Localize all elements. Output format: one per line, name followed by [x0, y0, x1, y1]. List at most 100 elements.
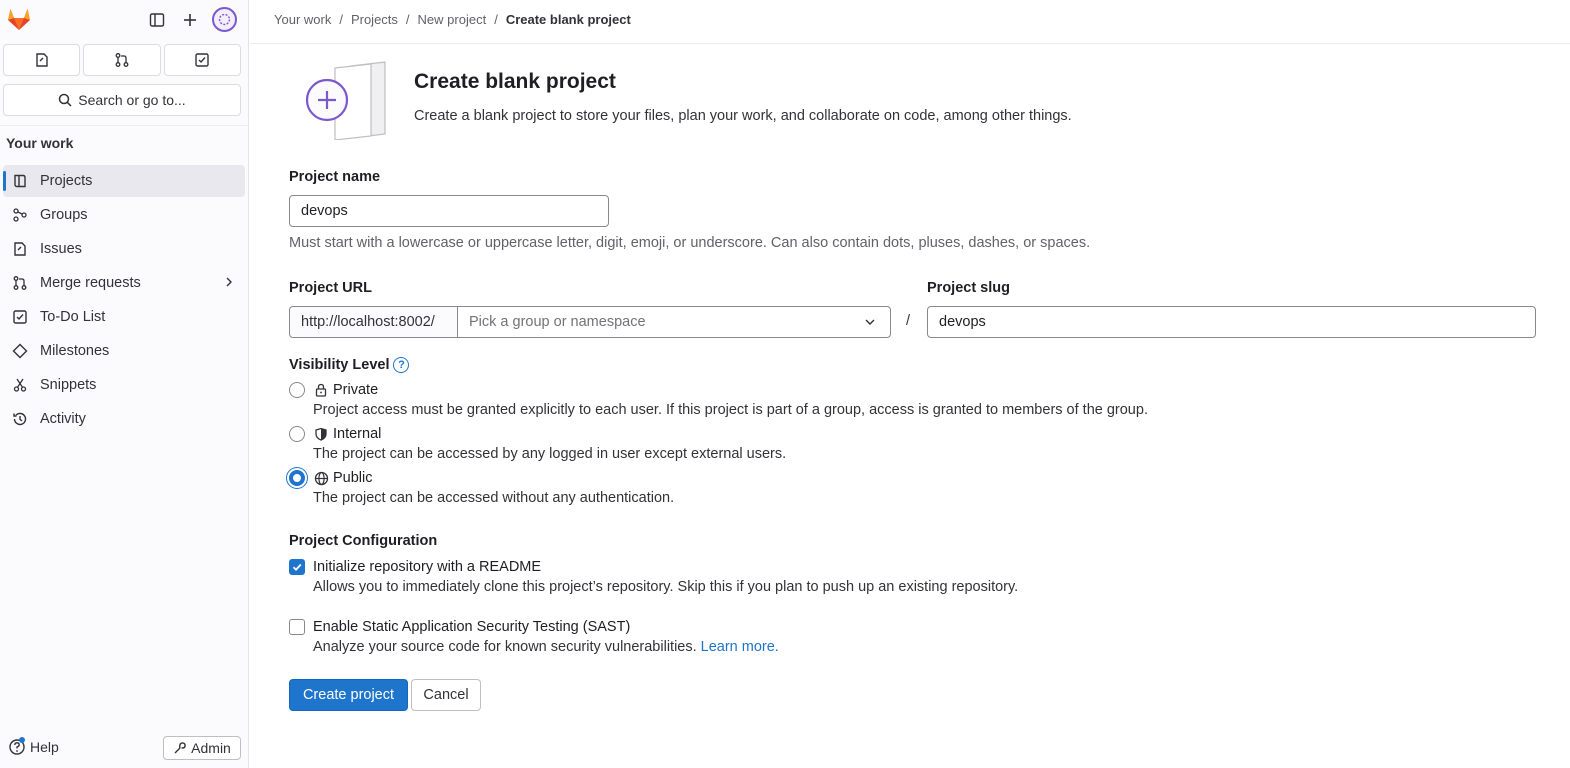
admin-button[interactable]: Admin	[163, 736, 241, 760]
sidebar-item-label: To-Do List	[40, 309, 106, 325]
avatar[interactable]	[212, 7, 237, 32]
radio-internal[interactable]	[289, 426, 305, 442]
visibility-option-internal[interactable]: Internal	[289, 426, 381, 442]
top-bar: Your work / Projects / New project / Cre…	[250, 0, 1570, 44]
project-name-help: Must start with a lowercase or uppercase…	[289, 235, 1091, 251]
issues-icon	[35, 53, 48, 67]
sast-description-row: Analyze your source code for known secur…	[313, 639, 779, 655]
merge-requests-shortcut-button[interactable]	[83, 44, 161, 76]
sast-label: Enable Static Application Security Testi…	[313, 619, 631, 635]
help-label: Help	[30, 739, 59, 755]
visibility-option-public[interactable]: Public	[289, 470, 373, 486]
todo-icon	[195, 53, 210, 67]
sast-checkbox[interactable]	[289, 619, 305, 635]
help-button[interactable]: Help	[8, 737, 59, 756]
visibility-option-label: Internal	[333, 426, 382, 442]
readme-checkbox[interactable]	[289, 559, 305, 575]
sidebar-item-label: Merge requests	[40, 275, 141, 291]
project-icon	[11, 172, 29, 190]
plus-icon[interactable]	[178, 8, 202, 32]
project-slug-label: Project slug	[927, 280, 1010, 296]
sidebar-item-label: Issues	[40, 241, 82, 257]
breadcrumb-your-work[interactable]: Your work	[274, 12, 331, 27]
page-title: Create blank project	[414, 70, 616, 93]
search-label: Search or go to...	[78, 92, 186, 108]
todo-shortcut-button[interactable]	[163, 44, 241, 76]
breadcrumb-separator: /	[339, 12, 343, 27]
sidebar: Search or go to... Your work Projects Gr…	[0, 0, 249, 768]
sidebar-item-label: Groups	[40, 207, 88, 223]
namespace-select[interactable]: Pick a group or namespace	[457, 306, 891, 338]
chevron-down-icon	[864, 316, 876, 332]
sidebar-toggle-icon[interactable]	[145, 8, 169, 32]
visibility-label: Visibility Level ?	[289, 357, 410, 373]
sidebar-item-label: Milestones	[40, 343, 110, 359]
todo-icon	[11, 308, 29, 326]
readme-description: Allows you to immediately clone this pro…	[313, 579, 1019, 595]
visibility-option-label: Private	[333, 382, 379, 398]
blank-project-illustration-icon	[305, 60, 387, 141]
sidebar-item-snippets[interactable]: Snippets	[3, 369, 245, 401]
sidebar-item-todo-list[interactable]: To-Do List	[3, 301, 245, 333]
milestone-icon	[11, 342, 29, 360]
cancel-button[interactable]: Cancel	[411, 679, 481, 711]
sidebar-top	[0, 0, 249, 40]
wrench-icon	[174, 742, 186, 754]
gitlab-logo-icon[interactable]	[6, 6, 32, 32]
radio-public[interactable]	[289, 470, 305, 486]
sidebar-item-label: Activity	[40, 411, 86, 427]
breadcrumb: Your work / Projects / New project / Cre…	[274, 12, 631, 27]
project-url-label: Project URL	[289, 280, 372, 296]
project-slug-input[interactable]: devops	[927, 306, 1536, 338]
sidebar-divider	[0, 125, 249, 126]
shield-icon	[313, 426, 329, 442]
readme-option[interactable]: Initialize repository with a README	[289, 559, 541, 575]
sidebar-item-label: Projects	[40, 173, 93, 189]
create-project-button[interactable]: Create project	[289, 679, 408, 711]
sidebar-section-title: Your work	[6, 135, 74, 151]
readme-label: Initialize repository with a README	[313, 559, 542, 575]
breadcrumb-separator: /	[494, 12, 498, 27]
breadcrumb-new-project[interactable]: New project	[418, 12, 487, 27]
sidebar-item-projects[interactable]: Projects	[3, 165, 245, 197]
visibility-label-text: Visibility Level	[289, 357, 390, 373]
sidebar-item-merge-requests[interactable]: Merge requests	[3, 267, 245, 299]
search-icon	[59, 93, 72, 107]
breadcrumb-current[interactable]: Create blank project	[506, 12, 631, 27]
history-icon	[11, 410, 29, 428]
merge-request-icon	[11, 274, 29, 292]
group-icon	[11, 206, 29, 224]
issues-icon	[11, 240, 29, 258]
page-description: Create a blank project to store your fil…	[414, 108, 1072, 124]
sast-description: Analyze your source code for known secur…	[313, 639, 701, 655]
visibility-option-private[interactable]: Private	[289, 382, 378, 398]
project-name-label: Project name	[289, 169, 381, 185]
sidebar-item-milestones[interactable]: Milestones	[3, 335, 245, 367]
radio-private[interactable]	[289, 382, 305, 398]
sidebar-item-label: Snippets	[40, 377, 97, 393]
learn-more-link[interactable]: Learn more.	[701, 639, 779, 655]
sidebar-nav: Projects Groups Issues Merge requests To…	[3, 165, 245, 437]
help-icon[interactable]: ?	[393, 357, 410, 373]
chevron-right-icon	[223, 276, 235, 292]
sidebar-item-issues[interactable]: Issues	[3, 233, 245, 265]
admin-label: Admin	[191, 740, 231, 756]
url-separator: /	[906, 313, 911, 329]
sidebar-item-groups[interactable]: Groups	[3, 199, 245, 231]
sidebar-item-activity[interactable]: Activity	[3, 403, 245, 435]
search-button[interactable]: Search or go to...	[3, 84, 241, 116]
issues-shortcut-button[interactable]	[3, 44, 81, 76]
namespace-placeholder: Pick a group or namespace	[469, 314, 646, 330]
breadcrumb-separator: /	[405, 12, 410, 27]
visibility-option-description: The project can be accessed without any …	[313, 490, 675, 506]
notification-dot	[19, 737, 25, 743]
checkmark-icon	[292, 563, 302, 571]
breadcrumb-projects[interactable]: Projects	[351, 12, 398, 27]
project-name-input[interactable]: devops	[289, 195, 609, 227]
visibility-option-description: The project can be accessed by any logge…	[313, 446, 787, 462]
quick-actions	[3, 44, 241, 76]
sast-option[interactable]: Enable Static Application Security Testi…	[289, 619, 630, 635]
earth-icon	[313, 470, 329, 486]
merge-request-icon	[115, 53, 129, 67]
lock-icon	[313, 382, 329, 398]
